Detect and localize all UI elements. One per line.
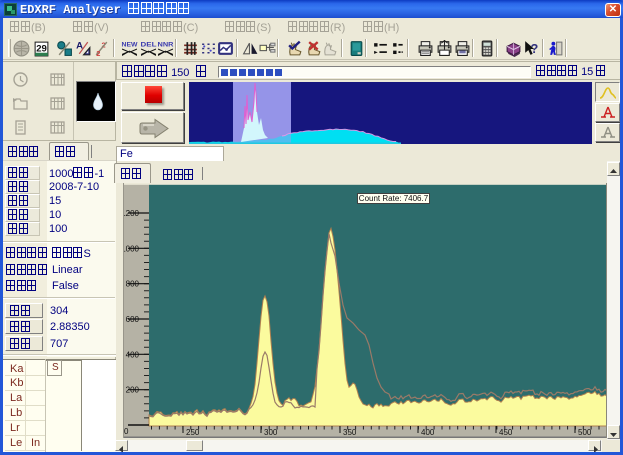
svg-text:250: 250 — [186, 428, 200, 437]
svg-text:200: 200 — [126, 386, 140, 395]
svg-text:300: 300 — [264, 428, 278, 437]
svg-text:2: 2 — [96, 49, 100, 57]
svg-text:400: 400 — [421, 428, 435, 437]
svg-text:350: 350 — [343, 428, 357, 437]
svg-text:29: 29 — [36, 44, 47, 55]
svg-text:NEW: NEW — [122, 41, 138, 48]
svg-text:600: 600 — [126, 315, 140, 324]
svg-text:450: 450 — [499, 428, 513, 437]
svg-text:0: 0 — [124, 427, 129, 436]
svg-text:?: ? — [531, 41, 539, 56]
svg-text:400: 400 — [126, 350, 140, 359]
svg-text:1000: 1000 — [123, 244, 140, 253]
svg-text:DEL: DEL — [141, 41, 157, 48]
svg-text:1200: 1200 — [123, 209, 140, 218]
svg-text:NNR: NNR — [158, 41, 174, 48]
svg-text:800: 800 — [126, 280, 140, 289]
svg-text:500: 500 — [578, 428, 592, 437]
